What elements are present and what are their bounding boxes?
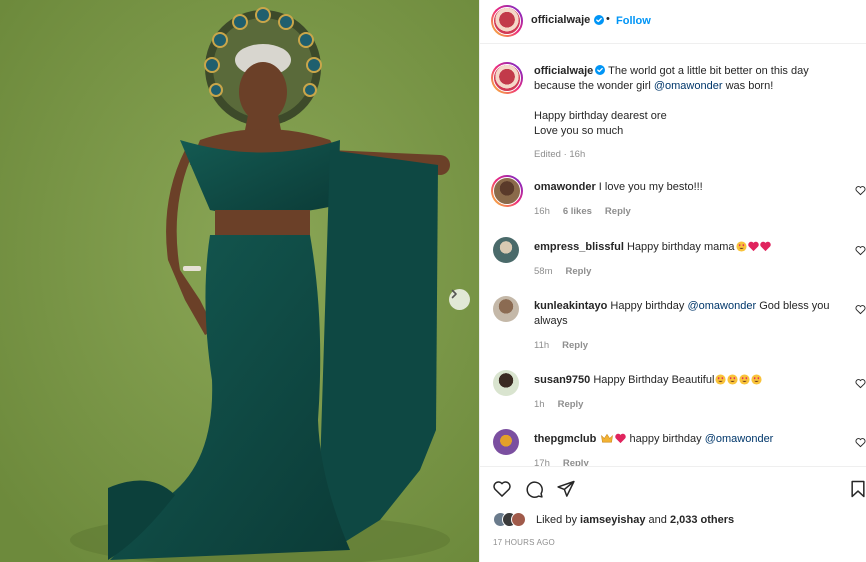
liked-by-avatars[interactable] (493, 512, 533, 528)
comment-like-icon[interactable] (855, 437, 866, 448)
reply-button[interactable]: Reply (563, 458, 589, 466)
comment-body: I love you my besto!!! (598, 181, 703, 193)
speech-bubble-icon[interactable] (524, 479, 544, 499)
comment-item: empress_blissful Happy birthday mama 58m… (480, 235, 866, 285)
liked-by-user[interactable]: iamseyishay (580, 514, 645, 526)
caption-mention[interactable]: @omawonder (654, 80, 723, 92)
comment-username[interactable]: omawonder (534, 181, 596, 193)
caption-avatar[interactable] (491, 62, 523, 94)
crown-emoji (601, 433, 614, 443)
comment-like-icon[interactable] (855, 245, 866, 256)
reply-button[interactable]: Reply (558, 399, 584, 410)
caption-text: officialwaje The world got a little bit … (534, 64, 844, 139)
comment-meta: 1h Reply (534, 399, 596, 410)
follow-button[interactable]: Follow (616, 15, 651, 27)
caption-line2: Happy birthday dearest ore (534, 110, 667, 122)
author-avatar[interactable] (491, 5, 523, 37)
comment-body: happy birthday (629, 433, 702, 445)
comment-meta: 16h 6 likes Reply (534, 206, 644, 217)
comment-likes[interactable]: 6 likes (563, 206, 592, 217)
heart-eyes-emoji (739, 374, 750, 385)
comment-time: 11h (534, 340, 550, 351)
red-heart-emoji (747, 241, 759, 252)
comment-username[interactable]: susan9750 (534, 374, 590, 386)
caption-line3: Love you so much (534, 125, 624, 137)
comment-like-icon[interactable] (855, 378, 866, 389)
liked-by-prefix: Liked by (536, 514, 577, 526)
comment-text: susan9750 Happy Birthday Beautiful (534, 373, 844, 388)
comment-body: Happy birthday mama (626, 241, 735, 253)
head-shape (239, 62, 287, 122)
comment-text: omawonder I love you my besto!!! (534, 180, 844, 195)
comment-mention[interactable]: @omawonder (705, 433, 774, 445)
comment-item: kunleakintayo Happy birthday @omawonder … (480, 294, 866, 364)
comment-like-icon[interactable] (855, 185, 866, 196)
author-username[interactable]: officialwaje (531, 14, 590, 26)
caption-block: officialwaje The world got a little bit … (480, 62, 866, 182)
post-actions: Liked by iamseyishay and 2,033 others 17… (480, 466, 866, 562)
comment-time: 16h (534, 206, 550, 217)
liked-by-count[interactable]: 2,033 others (670, 514, 734, 526)
caption-edited: Edited · 16h (534, 149, 586, 160)
caption-username[interactable]: officialwaje (534, 65, 593, 77)
comment-text: kunleakintayo Happy birthday @omawonder … (534, 299, 844, 329)
verified-badge-icon (595, 65, 606, 75)
comment-item: thepgmclub happy birthday @omawonder 17h… (480, 427, 866, 466)
liker-avatar (511, 512, 526, 527)
liked-by-middle: and (648, 514, 667, 526)
reply-button[interactable]: Reply (565, 266, 591, 277)
separator-dot: • (606, 13, 610, 25)
comment-time: 1h (534, 399, 545, 410)
comment-username[interactable]: empress_blissful (534, 241, 624, 253)
paper-plane-icon[interactable] (556, 479, 576, 499)
comments-list[interactable]: officialwaje The world got a little bit … (480, 45, 866, 466)
reply-button[interactable]: Reply (605, 206, 631, 217)
reply-button[interactable]: Reply (562, 340, 588, 351)
comment-avatar[interactable] (493, 296, 519, 322)
comment-avatar[interactable] (493, 429, 519, 455)
heart-eyes-emoji (736, 241, 747, 252)
bookmark-icon[interactable] (848, 479, 866, 499)
comment-meta: 58m Reply (534, 266, 604, 277)
heart-eyes-emoji (727, 374, 738, 385)
next-image-button[interactable] (449, 289, 470, 310)
comment-item: omawonder I love you my besto!!! 16h 6 li… (480, 175, 866, 225)
comment-time: 58m (534, 266, 553, 277)
comment-avatar[interactable] (491, 175, 523, 207)
heart-outline-icon[interactable] (492, 479, 512, 499)
comment-time: 17h (534, 458, 550, 466)
comment-mention[interactable]: @omawonder (687, 300, 756, 312)
liked-by-text: Liked by iamseyishay and 2,033 others (536, 514, 734, 526)
comment-text: empress_blissful Happy birthday mama (534, 240, 844, 255)
comment-username[interactable]: thepgmclub (534, 433, 596, 445)
comment-like-icon[interactable] (855, 304, 866, 315)
heart-eyes-emoji (715, 374, 726, 385)
verified-badge-icon (594, 15, 604, 25)
comment-body: Happy birthday (610, 300, 685, 312)
comment-meta: 17h Reply (534, 458, 602, 466)
comment-meta: 11h Reply (534, 340, 601, 351)
comment-username[interactable]: kunleakintayo (534, 300, 607, 312)
comment-body: Happy Birthday Beautiful (593, 374, 715, 386)
comment-avatar[interactable] (493, 370, 519, 396)
caption-meta: Edited · 16h (534, 149, 598, 160)
chevron-right-icon (451, 289, 457, 299)
post-timestamp[interactable]: 17 HOURS AGO (493, 538, 555, 547)
post-photo[interactable] (0, 0, 479, 562)
red-heart-emoji (615, 433, 627, 444)
heart-eyes-emoji (751, 374, 762, 385)
post-header: officialwaje • Follow (480, 0, 866, 44)
comment-text: thepgmclub happy birthday @omawonder (534, 432, 844, 447)
caption-line1-end: was born! (725, 80, 774, 92)
comment-item: susan9750 Happy Birthday Beautiful 1h Rep… (480, 368, 866, 418)
post-side-panel: officialwaje • Follow officialwaje The w… (479, 0, 866, 562)
photo-illustration (0, 0, 479, 562)
red-heart-emoji (759, 241, 771, 252)
comment-avatar[interactable] (493, 237, 519, 263)
